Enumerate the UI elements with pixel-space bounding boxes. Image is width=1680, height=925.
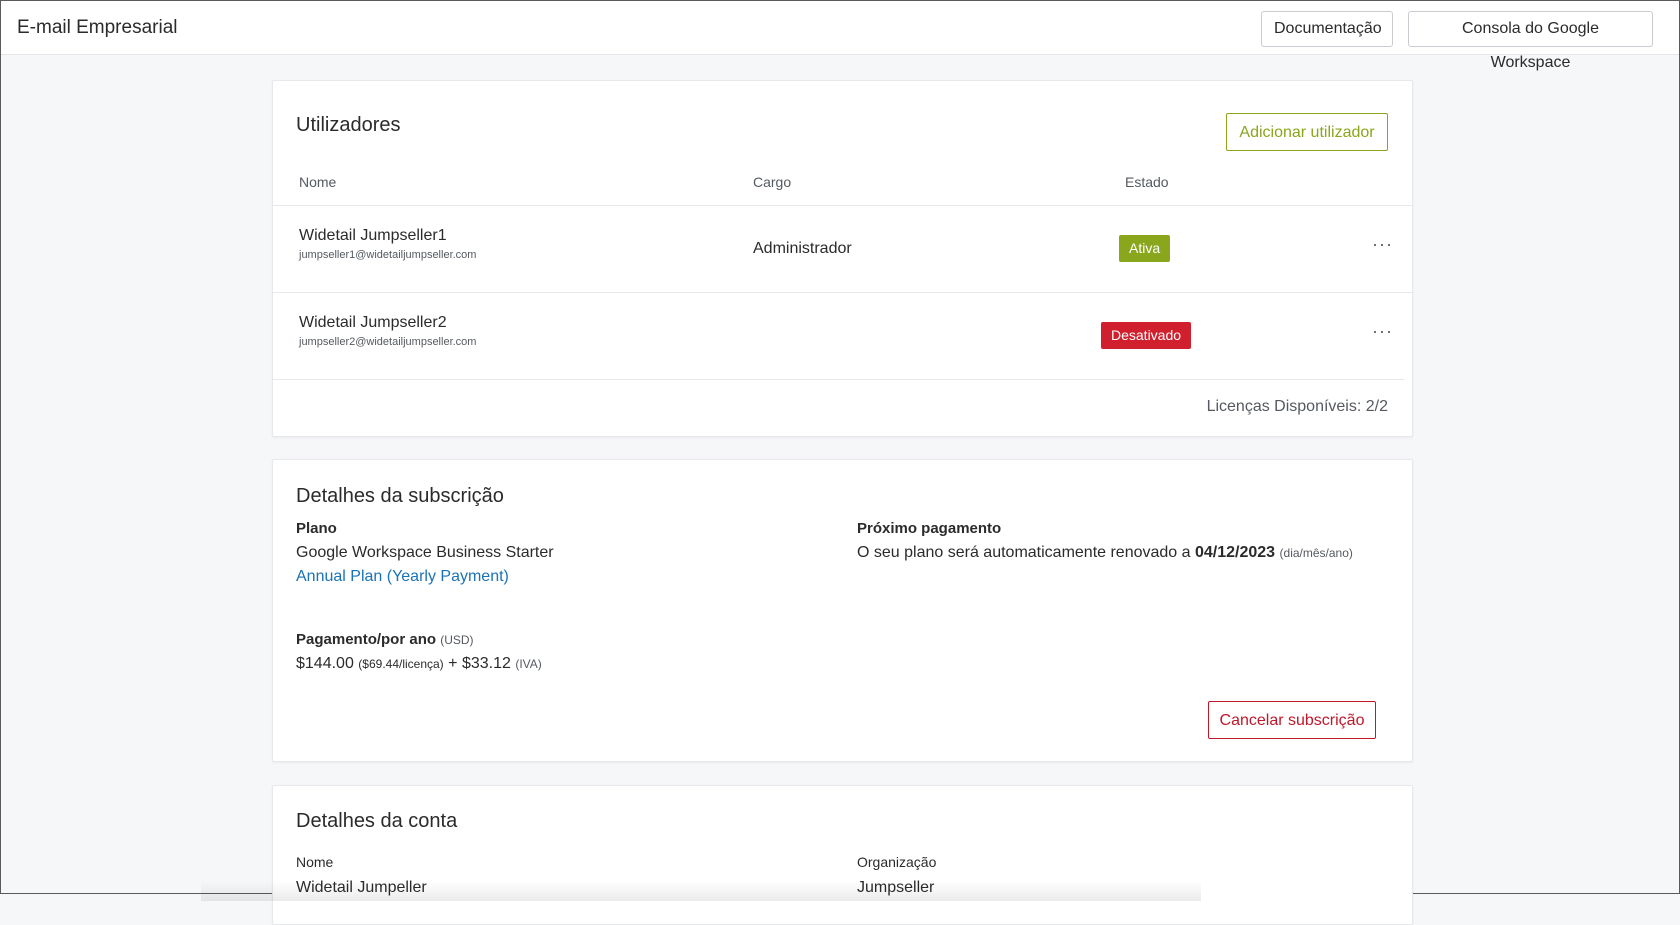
payment-breakdown: $144.00 ($69.44/licença) + $33.12 (IVA) — [296, 655, 542, 673]
table-row: Widetail Jumpseller1 jumpseller1@widetai… — [273, 206, 1412, 292]
account-title: Detalhes da conta — [296, 810, 458, 832]
column-header-name: Nome — [299, 174, 337, 190]
column-header-status: Estado — [1125, 174, 1169, 190]
organization-label: Organização — [857, 854, 937, 870]
user-email: jumpseller2@widetailjumpseller.com — [299, 336, 477, 348]
google-workspace-console-button[interactable]: Consola do Google Workspace — [1408, 11, 1653, 71]
user-role: Administrador — [753, 240, 852, 257]
row-divider — [273, 379, 1404, 380]
user-email: jumpseller1@widetailjumpseller.com — [299, 249, 477, 261]
status-badge: Ativa — [1119, 235, 1171, 262]
top-bar: E-mail Empresarial Documentação Consola … — [1, 1, 1679, 71]
users-card: Utilizadores Adicionar utilizador Nome C… — [272, 80, 1413, 437]
plan-link[interactable]: Annual Plan (Yearly Payment) — [296, 568, 509, 586]
account-card: Detalhes da conta Nome Widetail Jumpelle… — [272, 785, 1413, 925]
subscription-card: Detalhes da subscrição Plano Google Work… — [272, 459, 1413, 762]
payment-label-group: Pagamento/por ano (USD) — [296, 631, 474, 648]
payment-tax: $33.12 — [461, 655, 511, 672]
plan-label: Plano — [296, 520, 337, 537]
payment-currency: (USD) — [440, 633, 474, 647]
available-licenses: Licenças Disponíveis: 2/2 — [1206, 398, 1388, 415]
payment-amount: $144.00 — [296, 655, 354, 672]
add-user-button[interactable]: Adicionar utilizador — [1226, 113, 1388, 151]
payment-label: Pagamento/por ano — [296, 631, 437, 648]
app-title: E-mail Empresarial — [17, 17, 178, 38]
next-payment-text: O seu plano será automaticamente renovad… — [857, 544, 1353, 562]
documentation-button[interactable]: Documentação — [1261, 11, 1393, 47]
row-menu-icon[interactable]: ··· — [1372, 321, 1393, 342]
user-name: Widetail Jumpseller2 — [299, 314, 447, 331]
column-header-role: Cargo — [753, 174, 792, 190]
subscription-title: Detalhes da subscrição — [296, 485, 504, 507]
payment-per-license: ($69.44/licença) — [358, 657, 444, 671]
table-row: Widetail Jumpseller2 jumpseller2@widetai… — [273, 293, 1412, 379]
status-badge: Desativado — [1101, 322, 1192, 349]
cancel-subscription-button[interactable]: Cancelar subscrição — [1208, 701, 1376, 739]
account-name-label: Nome — [296, 854, 334, 870]
user-name: Widetail Jumpseller1 — [299, 227, 447, 244]
date-format-hint: (dia/mês/ano) — [1279, 546, 1353, 560]
organization-value: Jumpseller — [857, 879, 935, 896]
payment-tax-label: (IVA) — [515, 657, 542, 671]
payment-plus: + — [448, 655, 458, 672]
account-name-value: Widetail Jumpeller — [296, 879, 427, 896]
renewal-date: 04/12/2023 — [1195, 544, 1276, 561]
next-payment-label: Próximo pagamento — [857, 520, 1002, 537]
plan-name: Google Workspace Business Starter — [296, 544, 554, 561]
users-title: Utilizadores — [296, 114, 401, 136]
row-menu-icon[interactable]: ··· — [1372, 234, 1393, 255]
renewal-text: O seu plano será automaticamente renovad… — [857, 544, 1191, 561]
